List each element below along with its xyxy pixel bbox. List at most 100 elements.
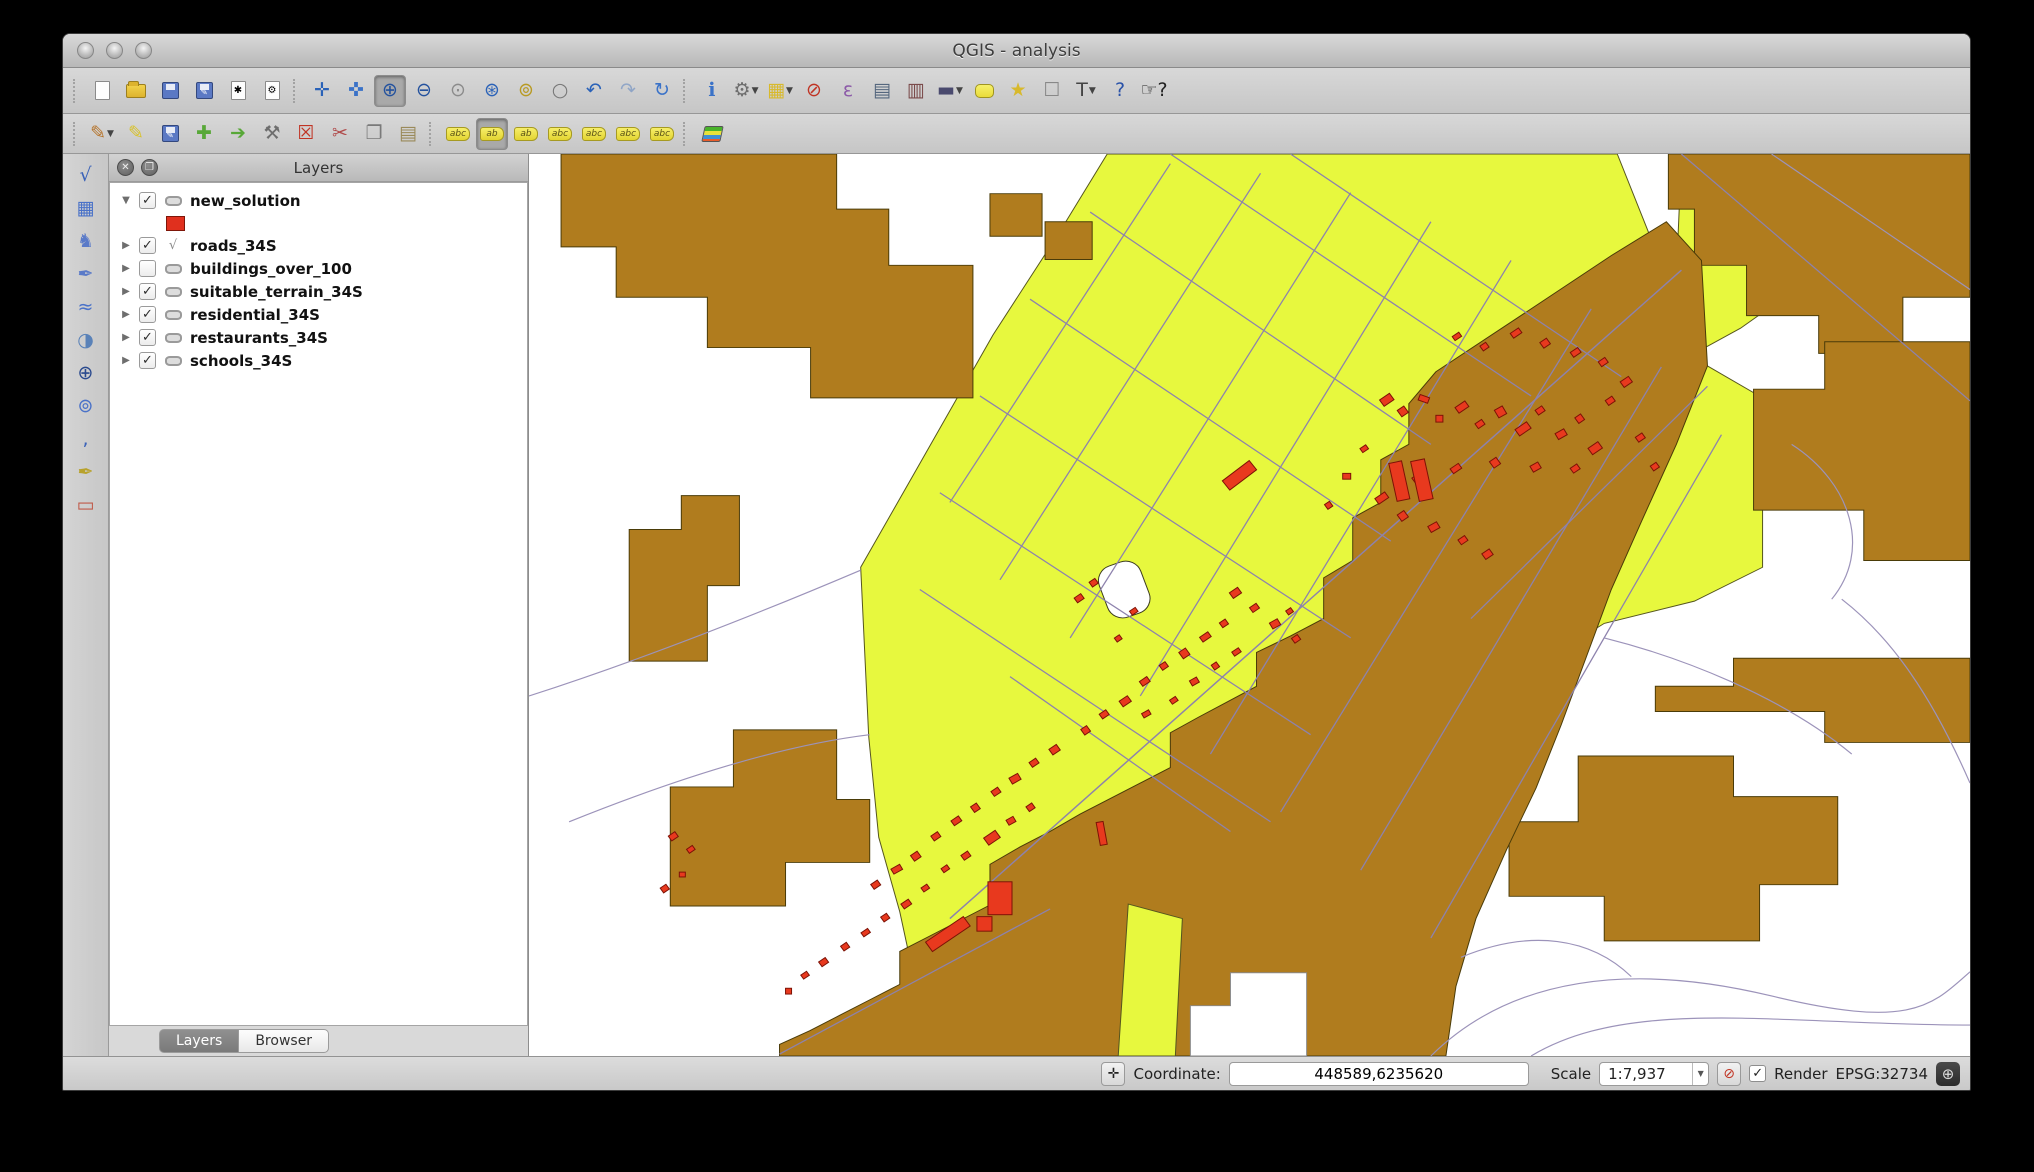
zoom-out-icon[interactable]: ⊖	[408, 75, 440, 107]
add-feature-icon[interactable]: ✚	[188, 118, 220, 150]
layer-row[interactable]: ▼ ✓ new_solution	[110, 189, 527, 212]
zoom-last-icon[interactable]: ↶	[578, 75, 610, 107]
open-project-icon[interactable]	[120, 75, 152, 107]
layer-row[interactable]: ▶ ✓ restaurants_34S	[110, 326, 527, 349]
node-tool-icon[interactable]: ⚒	[256, 118, 288, 150]
layer-row[interactable]: ▶ ✓ residential_34S	[110, 303, 527, 326]
new-print-composer-icon[interactable]: ✱	[222, 75, 254, 107]
layer-visibility-checkbox[interactable]: ✓	[139, 237, 156, 254]
render-checkbox[interactable]: ✓	[1749, 1065, 1766, 1082]
label-properties-icon[interactable]: abc	[646, 118, 678, 150]
cut-features-icon[interactable]: ✂	[324, 118, 356, 150]
whats-this-icon[interactable]: ☞?	[1138, 75, 1170, 107]
layer-row[interactable]: ▶✓√roads_34S	[110, 234, 527, 257]
layer-visibility-checkbox[interactable]: ✓	[139, 283, 156, 300]
identify-features-icon[interactable]: ℹ	[696, 75, 728, 107]
layer-row[interactable]: ▶✓schools_34S	[110, 349, 527, 372]
new-bookmark-icon[interactable]: ★	[1002, 75, 1034, 107]
save-project-as-icon[interactable]: ✎	[188, 75, 220, 107]
zoom-in-icon[interactable]: ⊕	[374, 75, 406, 107]
select-features-icon[interactable]: ▦▼	[764, 75, 796, 107]
measure-icon[interactable]: ▬▼	[934, 75, 966, 107]
add-vector-layer-icon[interactable]: √	[71, 160, 101, 190]
layer-visibility-checkbox[interactable]: ✓	[139, 306, 156, 323]
layer-name[interactable]: new_solution	[190, 192, 301, 210]
panel-tab-browser[interactable]: Browser	[239, 1029, 329, 1053]
close-button[interactable]	[77, 42, 94, 59]
pan-to-selection-icon[interactable]: ✜	[340, 75, 372, 107]
coordinate-input[interactable]	[1229, 1062, 1529, 1086]
add-wms-layer-icon[interactable]: ⊕	[71, 358, 101, 388]
add-wfs-layer-icon[interactable]: ⊚	[71, 391, 101, 421]
expand-arrow-icon[interactable]: ▶	[120, 263, 132, 274]
new-project-icon[interactable]	[86, 75, 118, 107]
expand-arrow-icon[interactable]: ▶	[120, 332, 132, 343]
expand-arrow-icon[interactable]: ▼	[120, 195, 132, 206]
expand-arrow-icon[interactable]: ▶	[120, 240, 132, 251]
zoom-full-icon[interactable]: ⊛	[476, 75, 508, 107]
copy-features-icon[interactable]: ❐	[358, 118, 390, 150]
label-visibility-icon[interactable]: abc	[544, 118, 576, 150]
composer-manager-icon[interactable]: ⚙	[256, 75, 288, 107]
refresh-map-icon[interactable]: ↻	[646, 75, 678, 107]
layer-row[interactable]: ▶ buildings_over_100	[110, 257, 527, 280]
layer-name[interactable]: roads_34S	[190, 237, 277, 255]
map-tips-icon[interactable]	[968, 75, 1000, 107]
layer-visibility-checkbox[interactable]: ✓	[139, 192, 156, 209]
add-oracle-layer-icon[interactable]: ◑	[71, 325, 101, 355]
text-annotation-icon[interactable]: T▼	[1070, 75, 1102, 107]
deselect-features-icon[interactable]: ⊘	[798, 75, 830, 107]
panel-tab-layers[interactable]: Layers	[159, 1029, 239, 1053]
new-spatialite-layer-icon[interactable]: ✒	[71, 457, 101, 487]
layer-visibility-checkbox[interactable]: ✓	[139, 329, 156, 346]
mouse-position-toggle-icon[interactable]: ✛	[1101, 1062, 1125, 1086]
stop-rendering-icon[interactable]: ⊘	[1717, 1062, 1741, 1086]
label-pin-icon[interactable]: ab	[476, 118, 508, 150]
label-move-icon[interactable]: abc	[578, 118, 610, 150]
add-spatialite-layer-icon[interactable]: ✒	[71, 259, 101, 289]
expand-arrow-icon[interactable]: ▶	[120, 309, 132, 320]
current-edits-icon[interactable]: ✎▼	[86, 118, 118, 150]
label-rotate-icon[interactable]: abc	[612, 118, 644, 150]
add-raster-layer-icon[interactable]: ▦	[71, 193, 101, 223]
layer-visibility-checkbox[interactable]	[139, 260, 156, 277]
label-icon[interactable]: abc	[442, 118, 474, 150]
layer-name[interactable]: residential_34S	[190, 306, 320, 324]
layer-row[interactable]: ▶ ✓ suitable_terrain_34S	[110, 280, 527, 303]
chevron-down-icon[interactable]: ▼	[1692, 1063, 1708, 1085]
save-project-icon[interactable]	[154, 75, 186, 107]
paste-features-icon[interactable]: ▤	[392, 118, 424, 150]
layer-name[interactable]: buildings_over_100	[190, 260, 352, 278]
zoom-next-icon[interactable]: ↷	[612, 75, 644, 107]
save-layer-edits-icon[interactable]: ✎	[154, 118, 186, 150]
minimize-button[interactable]	[106, 42, 123, 59]
open-attribute-table-icon[interactable]: ▤	[866, 75, 898, 107]
scale-combo[interactable]: 1:7,937 ▼	[1599, 1062, 1709, 1086]
add-postgis-layer-icon[interactable]: ♞	[71, 226, 101, 256]
layer-visibility-checkbox[interactable]: ✓	[139, 352, 156, 369]
plugin-layers-icon[interactable]	[696, 118, 728, 150]
zoom-to-layer-icon[interactable]: ○	[544, 75, 576, 107]
new-shapefile-layer-icon[interactable]: ▭	[71, 490, 101, 520]
layer-name[interactable]: schools_34S	[190, 352, 292, 370]
pan-map-icon[interactable]: ✛	[306, 75, 338, 107]
add-delimited-text-icon[interactable]: ,	[71, 424, 101, 454]
layer-name[interactable]: restaurants_34S	[190, 329, 328, 347]
toggle-editing-icon[interactable]: ✎	[120, 118, 152, 150]
add-mssql-layer-icon[interactable]: ≈	[71, 292, 101, 322]
expand-arrow-icon[interactable]: ▶	[120, 286, 132, 297]
move-feature-icon[interactable]: ➔	[222, 118, 254, 150]
crs-status-icon[interactable]: ⊕	[1936, 1062, 1960, 1086]
label-unpin-icon[interactable]: ab	[510, 118, 542, 150]
run-feature-action-icon[interactable]: ⚙▼	[730, 75, 762, 107]
map-canvas[interactable]	[529, 154, 1970, 1056]
field-calculator-icon[interactable]: ▥	[900, 75, 932, 107]
show-bookmarks-icon[interactable]: ☐	[1036, 75, 1068, 107]
layer-name[interactable]: suitable_terrain_34S	[190, 283, 363, 301]
zoom-native-icon[interactable]: ⊙	[442, 75, 474, 107]
help-contents-icon[interactable]: ?	[1104, 75, 1136, 107]
delete-selected-icon[interactable]: ☒	[290, 118, 322, 150]
zoom-button[interactable]	[135, 42, 152, 59]
zoom-to-selection-icon[interactable]: ⊚	[510, 75, 542, 107]
select-by-expression-icon[interactable]: ε	[832, 75, 864, 107]
